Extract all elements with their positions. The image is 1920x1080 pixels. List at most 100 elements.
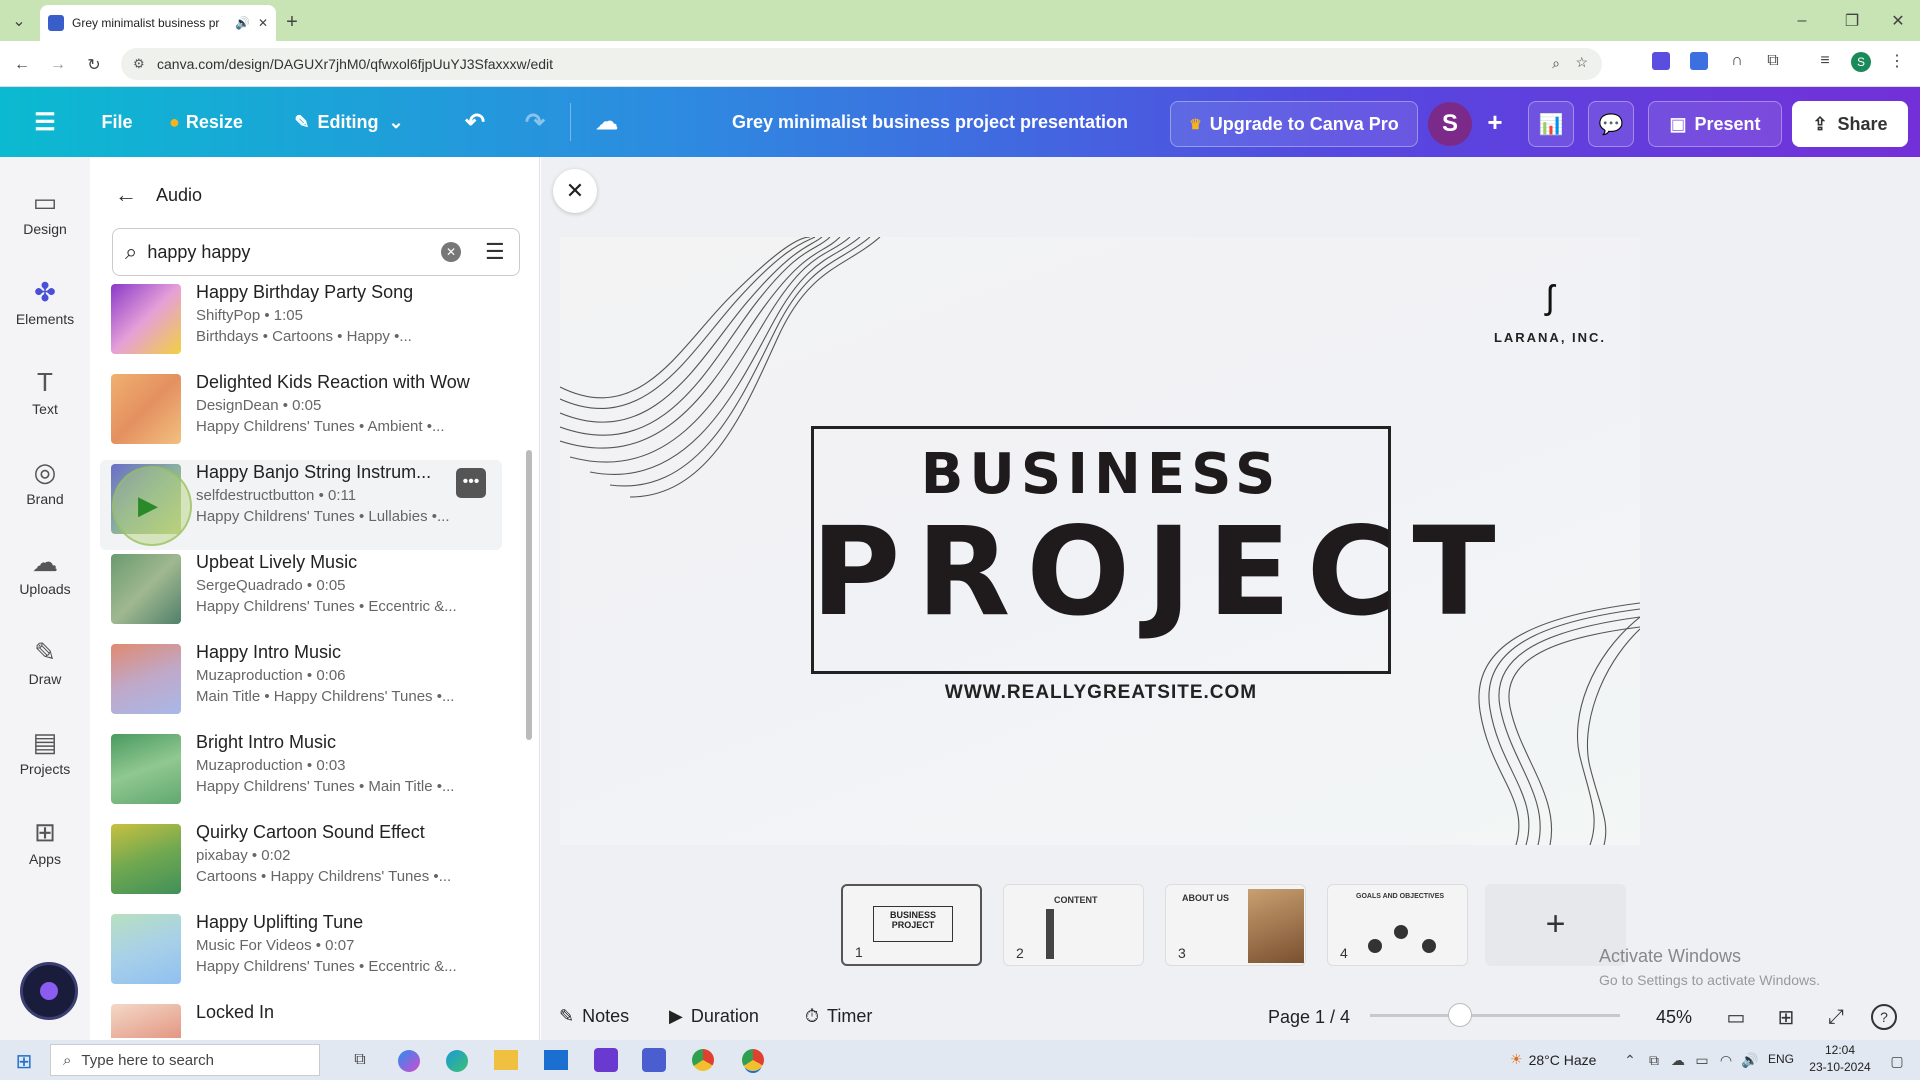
- insights-chart-icon[interactable]: 📊: [1528, 101, 1574, 147]
- page-thumbnail-4[interactable]: GOALS AND OBJECTIVES 4: [1327, 884, 1468, 966]
- task-view-icon[interactable]: ⧉: [348, 1048, 372, 1072]
- back-icon[interactable]: ←: [10, 53, 34, 77]
- timer-button[interactable]: ⏱ Timer: [805, 1006, 872, 1027]
- user-avatar[interactable]: S: [1428, 102, 1472, 146]
- profile-avatar[interactable]: S: [1851, 52, 1871, 72]
- audio-item[interactable]: Happy Birthday Party Song ShiftyPop • 1:…: [100, 280, 502, 370]
- page-thumbnail-1[interactable]: BUSINESS PROJECT 1: [841, 884, 982, 966]
- forms-app-icon[interactable]: [594, 1048, 618, 1072]
- audio-item[interactable]: Quirky Cartoon Sound Effect pixabay • 0:…: [100, 820, 502, 910]
- filter-icon[interactable]: ☰: [485, 239, 505, 265]
- url-field[interactable]: ⚙ canva.com/design/DAGUXr7jhM0/qfwxol6fj…: [121, 48, 1602, 80]
- clock-time[interactable]: 12:04: [1800, 1043, 1880, 1057]
- audio-item[interactable]: Locked In: [100, 1000, 502, 1038]
- zoom-slider-track[interactable]: [1370, 1014, 1620, 1017]
- audio-item[interactable]: Bright Intro Music Muzaproduction • 0:03…: [100, 730, 502, 820]
- rail-design[interactable]: ▭ Design: [0, 187, 90, 237]
- site-info-icon[interactable]: ⚙: [133, 56, 145, 72]
- chrome-icon[interactable]: [692, 1049, 714, 1071]
- clear-search-icon[interactable]: ✕: [441, 242, 461, 262]
- fullscreen-icon[interactable]: ⤢: [1823, 1004, 1849, 1030]
- rail-text[interactable]: T Text: [0, 367, 90, 417]
- slide-canvas[interactable]: ʃ LARANA, INC. BUSINESS PROJECT WWW.REAL…: [560, 237, 1640, 845]
- grid-view-icon[interactable]: ⊞: [1773, 1004, 1799, 1030]
- teams-icon[interactable]: [642, 1048, 666, 1072]
- rail-elements[interactable]: ✤ Elements: [0, 277, 90, 327]
- extension-3-icon[interactable]: ∩: [1726, 50, 1748, 72]
- audio-tags: Happy Childrens' Tunes • Eccentric &...: [196, 958, 457, 975]
- rail-projects[interactable]: ▤ Projects: [0, 727, 90, 777]
- audio-item[interactable]: Upbeat Lively Music SergeQuadrado • 0:05…: [100, 550, 502, 640]
- audio-item[interactable]: Delighted Kids Reaction with Wow DesignD…: [100, 370, 502, 460]
- wifi-icon[interactable]: ◠: [1716, 1050, 1736, 1070]
- menu-icon[interactable]: ☰: [30, 107, 60, 137]
- reload-icon[interactable]: ↻: [82, 53, 106, 77]
- upgrade-button[interactable]: ♛ Upgrade to Canva Pro: [1170, 101, 1418, 147]
- close-panel-icon[interactable]: ✕: [553, 169, 597, 213]
- clock-date[interactable]: 23-10-2024: [1800, 1060, 1880, 1074]
- tab-list-icon[interactable]: ⌄: [8, 10, 30, 32]
- notes-button[interactable]: ✎ Notes: [559, 1006, 629, 1027]
- rail-brand[interactable]: ◎ Brand: [0, 457, 90, 507]
- zoom-slider-handle[interactable]: [1448, 1003, 1472, 1027]
- rail-uploads[interactable]: ☁ Uploads: [0, 547, 90, 597]
- magic-assistant-icon[interactable]: [20, 962, 78, 1020]
- rail-draw[interactable]: ✎ Draw: [0, 637, 90, 687]
- onedrive-icon[interactable]: ☁: [1668, 1050, 1688, 1070]
- notifications-icon[interactable]: ▢: [1886, 1050, 1908, 1072]
- file-explorer-icon[interactable]: [494, 1050, 518, 1070]
- search-input[interactable]: ⌕ happy happy ✕ ☰: [112, 228, 520, 276]
- document-title[interactable]: Grey minimalist business project present…: [720, 105, 1140, 139]
- language-indicator[interactable]: ENG: [1768, 1052, 1794, 1066]
- share-button[interactable]: ⇪ Share: [1792, 101, 1908, 147]
- windows-start-icon[interactable]: ⊞: [12, 1049, 36, 1073]
- help-icon[interactable]: ?: [1871, 1004, 1897, 1030]
- extension-2-icon[interactable]: [1690, 52, 1708, 70]
- zoom-icon[interactable]: ⌕: [1552, 55, 1560, 72]
- page-thumbnail-2[interactable]: CONTENT 2: [1003, 884, 1144, 966]
- page-view-icon[interactable]: ▭: [1723, 1004, 1749, 1030]
- page-thumbnail-3[interactable]: ABOUT US 3: [1165, 884, 1306, 966]
- minimize-icon[interactable]: –: [1790, 10, 1814, 32]
- undo-icon[interactable]: ↶: [458, 105, 492, 139]
- tray-app-icon[interactable]: ⧉: [1644, 1050, 1664, 1070]
- extensions-puzzle-icon[interactable]: ⧉: [1762, 50, 1784, 72]
- rail-apps[interactable]: ⊞ Apps: [0, 817, 90, 867]
- redo-icon[interactable]: ↷: [518, 105, 552, 139]
- bookmark-star-icon[interactable]: ☆: [1575, 54, 1588, 71]
- duration-button[interactable]: ▶ Duration: [669, 1006, 759, 1027]
- battery-icon[interactable]: ▭: [1692, 1050, 1712, 1070]
- tray-chevron-icon[interactable]: ⌃: [1620, 1050, 1640, 1070]
- browser-menu-icon[interactable]: ⋮: [1886, 50, 1908, 72]
- file-menu[interactable]: File: [94, 105, 140, 139]
- resize-button[interactable]: ● Resize: [162, 105, 250, 139]
- back-arrow-icon[interactable]: ←: [112, 181, 140, 209]
- weather-widget[interactable]: ☀ 28°C Haze: [1510, 1051, 1596, 1068]
- audio-item[interactable]: Happy Intro Music Muzaproduction • 0:06 …: [100, 640, 502, 730]
- close-tab-icon[interactable]: ✕: [258, 16, 268, 30]
- extension-icon[interactable]: [1652, 52, 1670, 70]
- editing-mode-dropdown[interactable]: ✎ Editing ⌄: [284, 105, 414, 139]
- panel-scrollbar[interactable]: [526, 285, 532, 1030]
- more-options-icon[interactable]: •••: [456, 468, 486, 498]
- close-window-icon[interactable]: ✕: [1886, 10, 1910, 32]
- add-collaborator-icon[interactable]: +: [1478, 105, 1512, 139]
- page-indicator[interactable]: Page 1 / 4: [1268, 1007, 1350, 1028]
- edge-icon[interactable]: [446, 1050, 468, 1072]
- browser-tab[interactable]: Grey minimalist business pr 🔊 ✕: [40, 5, 276, 41]
- volume-icon[interactable]: 🔊: [1740, 1050, 1760, 1070]
- new-tab-icon[interactable]: +: [280, 10, 304, 34]
- restore-icon[interactable]: ❐: [1840, 10, 1864, 32]
- present-button[interactable]: ▣ Present: [1648, 101, 1782, 147]
- audio-item-hovered[interactable]: ▶ Happy Banjo String Instrum... selfdest…: [100, 460, 502, 550]
- forward-icon[interactable]: →: [46, 53, 70, 77]
- copilot-icon[interactable]: [398, 1050, 420, 1072]
- chrome-active-icon[interactable]: [742, 1049, 764, 1071]
- zoom-level[interactable]: 45%: [1656, 1007, 1692, 1028]
- mail-icon[interactable]: [544, 1050, 568, 1070]
- taskbar-search[interactable]: ⌕ Type here to search: [50, 1044, 320, 1076]
- comments-icon[interactable]: 💬: [1588, 101, 1634, 147]
- cloud-saved-icon[interactable]: ☁: [590, 105, 624, 139]
- media-control-icon[interactable]: ≡: [1814, 50, 1836, 72]
- audio-item[interactable]: Happy Uplifting Tune Music For Videos • …: [100, 910, 502, 1000]
